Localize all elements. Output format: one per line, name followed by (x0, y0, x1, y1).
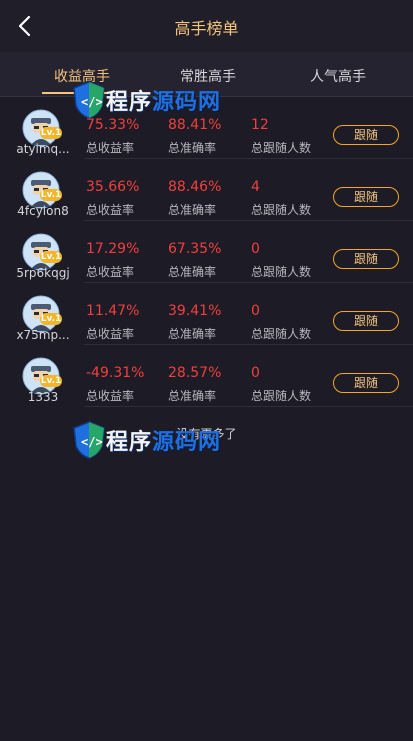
level-badge: Lv.1 (40, 375, 62, 387)
watermark-logo: </> 程序 源码网 (72, 420, 221, 460)
watermark-shield-icon: </> (73, 421, 105, 459)
follow-button[interactable]: 跟随 (333, 187, 399, 207)
follow-button[interactable]: 跟随 (333, 373, 399, 393)
level-badge: Lv.1 (40, 189, 62, 201)
accuracy-label: 总准确率 (168, 141, 217, 155)
tab-popular-masters[interactable]: 人气高手 (278, 66, 398, 86)
username: 4fcylon8 (17, 204, 69, 218)
watermark-text-blue: 源码网 (152, 90, 222, 115)
username: atyimq... (16, 142, 70, 156)
followers-value: 0 (251, 303, 260, 319)
watermark-shield-icon: </> (73, 81, 105, 119)
accuracy-label: 总准确率 (168, 327, 217, 341)
watermark-text-white: 程序 (106, 430, 153, 455)
username: 5rp6kqgj (16, 266, 70, 280)
yield-value: 35.66% (86, 179, 140, 195)
svg-text:</>: </> (81, 95, 103, 109)
accuracy-label: 总准确率 (168, 389, 217, 403)
watermark-text-white: 程序 (106, 90, 153, 115)
leaderboard-row: Lv.1 x75mp... 11.47% 总收益率 39.41% 总准确率 0 … (0, 283, 413, 345)
yield-value: -49.31% (86, 365, 145, 381)
accuracy-label: 总准确率 (168, 265, 217, 279)
svg-text:</>: </> (81, 435, 103, 449)
follow-button[interactable]: 跟随 (333, 249, 399, 269)
accuracy-value: 28.57% (168, 365, 222, 381)
followers-value: 0 (251, 241, 260, 257)
followers-label: 总跟随人数 (251, 203, 312, 217)
followers-label: 总跟随人数 (251, 389, 312, 403)
followers-label: 总跟随人数 (251, 141, 312, 155)
follow-button[interactable]: 跟随 (333, 311, 399, 331)
accuracy-label: 总准确率 (168, 203, 217, 217)
followers-value: 4 (251, 179, 260, 195)
level-badge: Lv.1 (40, 127, 62, 139)
followers-value: 12 (251, 117, 269, 133)
yield-value: 17.29% (86, 241, 140, 257)
yield-label: 总收益率 (86, 327, 135, 341)
accuracy-value: 88.46% (168, 179, 222, 195)
level-badge: Lv.1 (40, 313, 62, 325)
yield-label: 总收益率 (86, 389, 135, 403)
yield-label: 总收益率 (86, 265, 135, 279)
watermark-text-blue: 源码网 (152, 430, 222, 455)
row-divider (84, 406, 413, 407)
username: x75mp... (16, 328, 70, 342)
accuracy-value: 39.41% (168, 303, 222, 319)
leaderboard-row: Lv.1 4fcylon8 35.66% 总收益率 88.46% 总准确率 4 … (0, 159, 413, 221)
watermark-logo: </> 程序 源码网 (72, 80, 221, 120)
username: 1333 (27, 390, 59, 404)
leaderboard-row: Lv.1 1333 -49.31% 总收益率 28.57% 总准确率 0 总跟随… (0, 345, 413, 407)
followers-label: 总跟随人数 (251, 327, 312, 341)
accuracy-value: 67.35% (168, 241, 222, 257)
yield-label: 总收益率 (86, 141, 135, 155)
page-title: 高手榜单 (174, 19, 239, 38)
leaderboard-row: Lv.1 5rp6kqgj 17.29% 总收益率 67.35% 总准确率 0 … (0, 221, 413, 283)
header-bar: 高手榜单 (0, 0, 413, 52)
level-badge: Lv.1 (40, 251, 62, 263)
followers-value: 0 (251, 365, 260, 381)
yield-value: 11.47% (86, 303, 140, 319)
followers-label: 总跟随人数 (251, 265, 312, 279)
follow-button[interactable]: 跟随 (333, 125, 399, 145)
yield-label: 总收益率 (86, 203, 135, 217)
